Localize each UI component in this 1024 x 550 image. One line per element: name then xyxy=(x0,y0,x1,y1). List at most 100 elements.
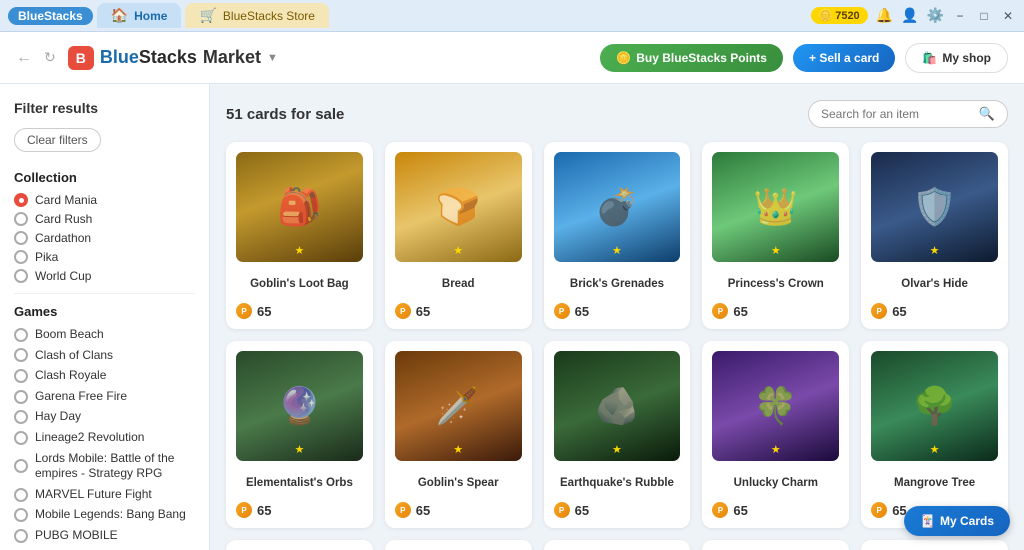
radio-card-mania xyxy=(14,193,28,207)
collection-item-world-cup[interactable]: World Cup xyxy=(14,269,195,283)
collection-item-cardathon[interactable]: Cardathon xyxy=(14,231,195,245)
game-label-pubg-mobile: PUBG MOBILE xyxy=(35,528,118,544)
card-item[interactable]: 🎒 ★ Goblin's Loot Bag P 65 xyxy=(226,142,373,329)
card-item[interactable]: ❄️ P 65 xyxy=(702,540,849,550)
sell-card-button[interactable]: + Sell a card xyxy=(793,44,895,72)
card-item[interactable]: 🍞 ★ Bread P 65 xyxy=(385,142,532,329)
game-item-clash-royale[interactable]: Clash Royale xyxy=(14,368,195,384)
card-star: ★ xyxy=(612,244,622,257)
game-item-marvel-future-fight[interactable]: MARVEL Future Fight xyxy=(14,487,195,503)
price-value: 65 xyxy=(575,503,589,518)
title-bar-right: 🪙 7520 🔔 👤 ⚙️ − □ ✕ xyxy=(811,7,1017,24)
main-layout: Filter results Clear filters Collection … xyxy=(0,84,1024,550)
card-image: 🎒 ★ xyxy=(236,152,363,262)
collection-item-pika[interactable]: Pika xyxy=(14,250,195,264)
title-bar: BlueStacks 🏠 Home 🛒 BlueStacks Store 🪙 7… xyxy=(0,0,1024,32)
card-item[interactable]: 🪨 ★ Earthquake's Rubble P 65 xyxy=(544,341,691,528)
close-button[interactable]: ✕ xyxy=(1000,8,1016,24)
card-image: 🍞 ★ xyxy=(395,152,522,262)
card-item[interactable]: 🏆 P 65 xyxy=(544,540,691,550)
buy-points-button[interactable]: 🪙 Buy BlueStacks Points xyxy=(600,44,783,72)
collection-section-title: Collection xyxy=(14,170,195,185)
collection-label-cardathon: Cardathon xyxy=(35,231,91,245)
tab-store[interactable]: 🛒 BlueStacks Store xyxy=(185,3,328,28)
game-item-garena-free-fire[interactable]: Garena Free Fire xyxy=(14,389,195,405)
my-cards-button[interactable]: 🃏 My Cards xyxy=(904,506,1010,536)
game-label-garena-free-fire: Garena Free Fire xyxy=(35,389,127,405)
radio-lords-mobile xyxy=(14,459,28,473)
card-item[interactable]: 👑 ★ Princess's Crown P 65 xyxy=(702,142,849,329)
maximize-button[interactable]: □ xyxy=(976,8,992,24)
collections-list: Card Mania Card Rush Cardathon Pika Worl… xyxy=(14,193,195,283)
card-price: P 65 xyxy=(236,502,363,518)
card-price: P 65 xyxy=(871,303,998,319)
card-item[interactable]: ⚔️ P 65 xyxy=(385,540,532,550)
coin-icon: 🪙 xyxy=(819,9,833,22)
card-price: P 65 xyxy=(554,502,681,518)
card-star: ★ xyxy=(930,244,940,257)
games-section-title: Games xyxy=(14,304,195,319)
card-item[interactable]: 🎯 P 65 xyxy=(226,540,373,550)
refresh-button[interactable]: ↻ xyxy=(44,49,56,66)
card-price: P 65 xyxy=(236,303,363,319)
card-name: Olvar's Hide xyxy=(871,270,998,298)
card-name: Earthquake's Rubble xyxy=(554,469,681,497)
game-label-marvel-future-fight: MARVEL Future Fight xyxy=(35,487,152,503)
price-value: 65 xyxy=(575,304,589,319)
clear-filters-button[interactable]: Clear filters xyxy=(14,128,101,152)
home-icon: 🏠 xyxy=(111,7,128,24)
card-item[interactable]: 🗡️ ★ Goblin's Spear P 65 xyxy=(385,341,532,528)
card-item[interactable]: 🍀 ★ Unlucky Charm P 65 xyxy=(702,341,849,528)
brand-name: BlueStacks xyxy=(100,47,197,68)
collection-label-card-mania: Card Mania xyxy=(35,193,97,207)
card-image: 🔮 ★ xyxy=(236,351,363,461)
card-star: ★ xyxy=(612,443,622,456)
content-header: 51 cards for sale 🔍 xyxy=(226,100,1008,128)
radio-boom-beach xyxy=(14,328,28,342)
settings-icon[interactable]: ⚙️ xyxy=(927,7,944,24)
price-coin-icon: P xyxy=(236,303,252,319)
game-item-clash-of-clans[interactable]: Clash of Clans xyxy=(14,348,195,364)
card-star: ★ xyxy=(453,443,463,456)
game-item-mobile-legends[interactable]: Mobile Legends: Bang Bang xyxy=(14,507,195,523)
back-button[interactable]: ← xyxy=(16,49,32,67)
game-item-pubg-mobile[interactable]: PUBG MOBILE xyxy=(14,528,195,544)
sell-label: + Sell a card xyxy=(809,51,879,65)
game-item-boom-beach[interactable]: Boom Beach xyxy=(14,327,195,343)
my-shop-button[interactable]: 🛍️ My shop xyxy=(905,43,1008,73)
shop-icon: 🛍️ xyxy=(922,51,937,65)
card-item[interactable]: 🔮 ★ Elementalist's Orbs P 65 xyxy=(226,341,373,528)
cards-count: 51 cards for sale xyxy=(226,106,344,123)
card-star: ★ xyxy=(771,443,781,456)
collection-item-card-mania[interactable]: Card Mania xyxy=(14,193,195,207)
game-item-hay-day[interactable]: Hay Day xyxy=(14,409,195,425)
game-item-lords-mobile[interactable]: Lords Mobile: Battle of the empires - St… xyxy=(14,451,195,482)
radio-pubg-mobile xyxy=(14,529,28,543)
card-price: P 65 xyxy=(712,502,839,518)
notification-icon[interactable]: 🔔 xyxy=(876,7,893,24)
card-item[interactable]: 🎪 P 65 xyxy=(861,540,1008,550)
card-item[interactable]: 🛡️ ★ Olvar's Hide P 65 xyxy=(861,142,1008,329)
card-name: Goblin's Spear xyxy=(395,469,522,497)
price-coin-icon: P xyxy=(871,502,887,518)
collection-item-card-rush[interactable]: Card Rush xyxy=(14,212,195,226)
price-coin-icon: P xyxy=(395,502,411,518)
price-coin-icon: P xyxy=(712,502,728,518)
card-item[interactable]: 🌳 ★ Mangrove Tree P 65 xyxy=(861,341,1008,528)
card-price: P 65 xyxy=(712,303,839,319)
brand-logo: B BlueStacks Market ▼ xyxy=(68,46,278,70)
search-input[interactable] xyxy=(821,107,973,121)
search-box[interactable]: 🔍 xyxy=(808,100,1008,128)
game-label-clash-of-clans: Clash of Clans xyxy=(35,348,113,364)
card-name: Unlucky Charm xyxy=(712,469,839,497)
price-coin-icon: P xyxy=(395,303,411,319)
dropdown-icon[interactable]: ▼ xyxy=(267,52,278,64)
card-star: ★ xyxy=(294,244,304,257)
price-coin-icon: P xyxy=(554,303,570,319)
tab-home[interactable]: 🏠 Home xyxy=(97,3,182,28)
game-label-hay-day: Hay Day xyxy=(35,409,81,425)
game-item-lineage2-revolution[interactable]: Lineage2 Revolution xyxy=(14,430,195,446)
user-icon[interactable]: 👤 xyxy=(901,7,918,24)
card-item[interactable]: 💣 ★ Brick's Grenades P 65 xyxy=(544,142,691,329)
minimize-button[interactable]: − xyxy=(952,8,968,24)
